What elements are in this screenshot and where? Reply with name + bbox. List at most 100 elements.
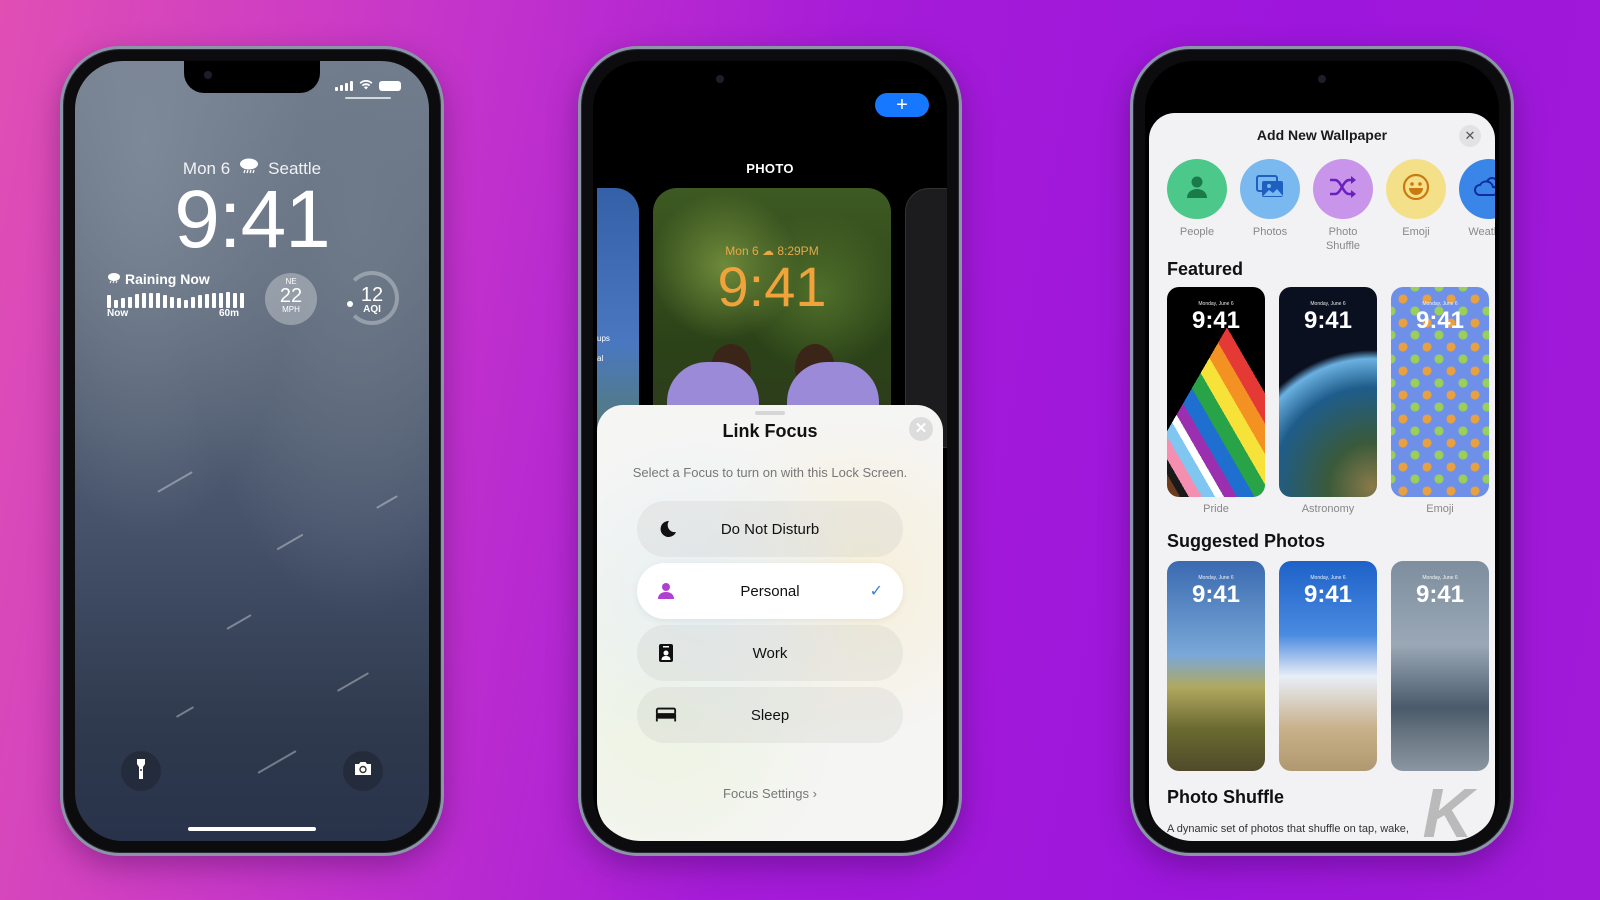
thumbnail-caption: Emoji: [1426, 503, 1454, 515]
suggested-photo[interactable]: Monday, June 6 9:41: [1279, 561, 1377, 771]
person-icon: [1183, 173, 1211, 206]
rain-bar: [121, 298, 125, 308]
focus-option-label: Work: [752, 644, 788, 662]
rain-bar: [156, 293, 160, 308]
rain-bar: [205, 294, 209, 308]
focus-option-label: Sleep: [750, 706, 790, 724]
category-label: People: [1179, 226, 1215, 238]
wind-unit: MPH: [282, 305, 300, 314]
camera-icon: [353, 761, 373, 781]
category-label: Photos: [1252, 226, 1288, 238]
link-focus-sheet: Link Focus ✕ Select a Focus to turn on w…: [597, 405, 943, 841]
camera-button[interactable]: [343, 751, 383, 791]
moon-icon: [655, 518, 677, 540]
rain-bar: [114, 300, 118, 308]
category-label: Weather: [1468, 226, 1495, 238]
signal-icon: [335, 81, 353, 91]
category-people[interactable]: People: [1167, 159, 1227, 254]
suggested-photos-heading: Suggested Photos: [1167, 531, 1326, 551]
sheet-grabber[interactable]: [755, 411, 785, 415]
shuffle-icon: [1328, 175, 1358, 204]
rain-bar: [191, 297, 195, 308]
rain-bar: [163, 295, 167, 308]
suggested-thumbnails: Monday, June 6 9:41 Monday, June 6 9:41 …: [1167, 561, 1489, 771]
focus-option-label: Do Not Disturb: [720, 520, 820, 538]
category-emoji[interactable]: Emoji: [1386, 159, 1446, 254]
add-wallpaper-button[interactable]: +: [875, 93, 929, 117]
smiley-icon: [1401, 172, 1431, 207]
thumbnail-caption: Astronomy: [1301, 503, 1355, 515]
rain-widget[interactable]: Raining Now Now 60m: [107, 271, 244, 319]
wallpaper-category-label: PHOTO: [746, 161, 794, 176]
rain-cloud-icon: [107, 271, 121, 287]
thumbnail-caption: Pride: [1203, 503, 1229, 515]
status-bar: [335, 79, 401, 93]
aqi-indicator: [347, 301, 353, 307]
rain-bar: [233, 293, 237, 308]
featured-heading: Featured: [1167, 259, 1244, 279]
wifi-icon: [359, 79, 373, 93]
rain-bar: [212, 293, 216, 308]
suggested-photo[interactable]: Monday, June 6 9:41: [1167, 561, 1265, 771]
rain-intensity-bars: [107, 290, 244, 308]
category-weather[interactable]: Weather: [1459, 159, 1495, 254]
aqi-unit: AQI: [363, 304, 381, 315]
rain-bar: [198, 295, 202, 308]
suggested-photo[interactable]: Monday, June 6 9:41: [1391, 561, 1489, 771]
aqi-value: 12: [360, 284, 384, 306]
add-wallpaper-sheet: Add New Wallpaper ✕ People Photos Photo …: [1149, 113, 1495, 841]
checkmark-icon: ✓: [869, 583, 883, 600]
home-indicator[interactable]: [188, 827, 316, 831]
rain-start-label: Now: [107, 308, 129, 319]
watermark-logo: K: [1422, 774, 1473, 841]
close-button[interactable]: ✕: [1459, 125, 1481, 147]
rain-bar: [135, 294, 139, 308]
preview-time: 9:41: [717, 255, 827, 318]
close-button[interactable]: ✕: [909, 417, 933, 441]
focus-option-label: Personal: [740, 582, 800, 600]
sheet-title: Link Focus: [722, 421, 818, 441]
aqi-widget[interactable]: 12 AQI: [345, 271, 399, 325]
card-peek-text: ups: [597, 334, 610, 343]
rain-end-label: 60m: [218, 308, 239, 319]
phone-lock-screen: Mon 6 Seattle 9:41 Raining Now Now 60m NE…: [60, 46, 444, 856]
rain-bar: [226, 292, 230, 308]
featured-emoji[interactable]: Monday, June 6 9:41 Emoji: [1391, 287, 1489, 515]
featured-thumbnails: Monday, June 6 9:41 Pride Monday, June 6…: [1167, 287, 1489, 515]
wallpaper-categories: People Photos Photo Shuffle Emoji Weathe…: [1167, 159, 1495, 254]
category-photo-shuffle[interactable]: Photo Shuffle: [1313, 159, 1373, 254]
card-peek-text: al: [597, 354, 604, 363]
rain-bar: [107, 295, 111, 308]
rain-bar: [184, 300, 188, 308]
category-label: Photo Shuffle: [1325, 226, 1361, 253]
category-label: Emoji: [1402, 226, 1430, 238]
flashlight-icon: [136, 758, 146, 785]
battery-icon: [379, 81, 401, 91]
photo-shuffle-heading: Photo Shuffle: [1167, 787, 1284, 807]
bed-icon: [655, 704, 677, 726]
notch: [184, 61, 320, 93]
rain-bar: [219, 293, 223, 308]
phone-link-focus: + PHOTO ups al Mon 6 ☁ 8:29PM 9:41 Link …: [578, 46, 962, 856]
sheet-subtitle: Select a Focus to turn on with this Lock…: [632, 465, 908, 480]
featured-astronomy[interactable]: Monday, June 6 9:41 Astronomy: [1279, 287, 1377, 515]
gallery-screen: Add New Wallpaper ✕ People Photos Photo …: [1145, 61, 1499, 841]
lock-time: 9:41: [174, 174, 331, 265]
featured-pride[interactable]: Monday, June 6 9:41 Pride: [1167, 287, 1265, 515]
wind-speed: 22: [279, 285, 303, 307]
category-photos[interactable]: Photos: [1240, 159, 1300, 254]
rain-title: Raining Now: [125, 271, 210, 287]
badge-icon: [655, 642, 677, 664]
rain-bar: [149, 293, 153, 308]
rain-bar: [142, 293, 146, 308]
focus-option-work[interactable]: Work: [637, 625, 903, 681]
weather-icon: [1474, 175, 1495, 204]
focus-option-sleep[interactable]: Sleep: [637, 687, 903, 743]
rain-bar: [128, 297, 132, 308]
wind-widget[interactable]: NE 22 MPH: [265, 273, 317, 325]
focus-settings-link[interactable]: Focus Settings ›: [597, 786, 943, 801]
focus-option-personal[interactable]: Personal ✓: [637, 563, 903, 619]
focus-option-do-not-disturb[interactable]: Do Not Disturb: [637, 501, 903, 557]
flashlight-button[interactable]: [121, 751, 161, 791]
person-icon: [655, 580, 677, 602]
